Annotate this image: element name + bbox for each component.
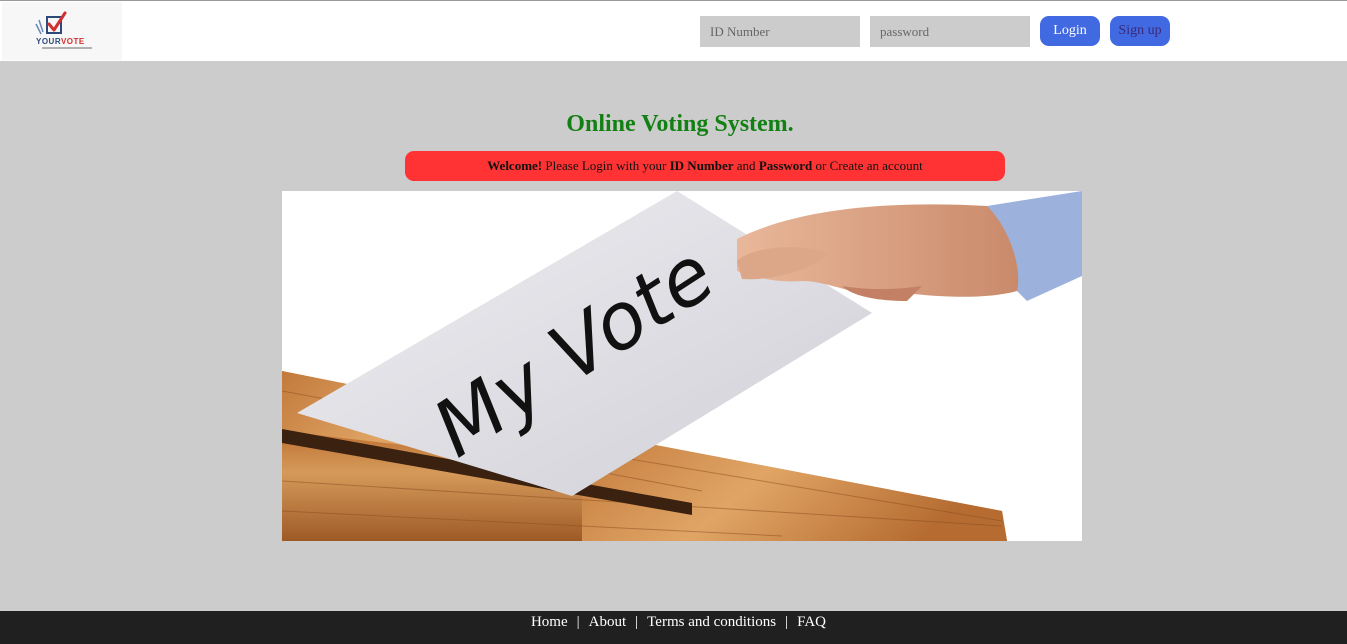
password-input[interactable]	[870, 16, 1030, 47]
welcome-text-2: and	[733, 158, 759, 173]
welcome-banner: Welcome! Please Login with your ID Numbe…	[405, 151, 1005, 181]
footer-link-faq[interactable]: FAQ	[797, 614, 826, 630]
footer-link-home[interactable]: Home	[531, 614, 568, 630]
logo[interactable]: YOURVOTE	[2, 2, 122, 60]
ballot-box-illustration: My Vote	[282, 191, 1082, 541]
welcome-text-3: or Create an account	[812, 158, 923, 173]
footer-link-about[interactable]: About	[589, 614, 627, 630]
welcome-id-number: ID Number	[669, 158, 734, 173]
id-number-input[interactable]	[700, 16, 860, 47]
footer-separator: |	[785, 614, 789, 630]
footer-separator: |	[635, 614, 639, 630]
logo-tagline	[42, 47, 92, 49]
navbar: YOURVOTE Login Sign up	[0, 1, 1347, 61]
welcome-text-1: Please Login with your	[542, 158, 670, 173]
footer-link-terms[interactable]: Terms and conditions	[647, 614, 776, 630]
signup-button[interactable]: Sign up	[1110, 16, 1170, 46]
logo-wordmark: YOURVOTE	[36, 37, 85, 46]
login-button[interactable]: Login	[1040, 16, 1100, 46]
welcome-password: Password	[758, 158, 813, 173]
footer-separator: |	[576, 614, 580, 630]
ballot-check-icon	[35, 11, 67, 35]
footer: Home | About | Terms and conditions | FAQ	[0, 611, 1347, 644]
hero-image: My Vote	[282, 191, 1082, 541]
page-title: Online Voting System.	[566, 111, 794, 137]
welcome-strong: Welcome!	[487, 158, 543, 173]
